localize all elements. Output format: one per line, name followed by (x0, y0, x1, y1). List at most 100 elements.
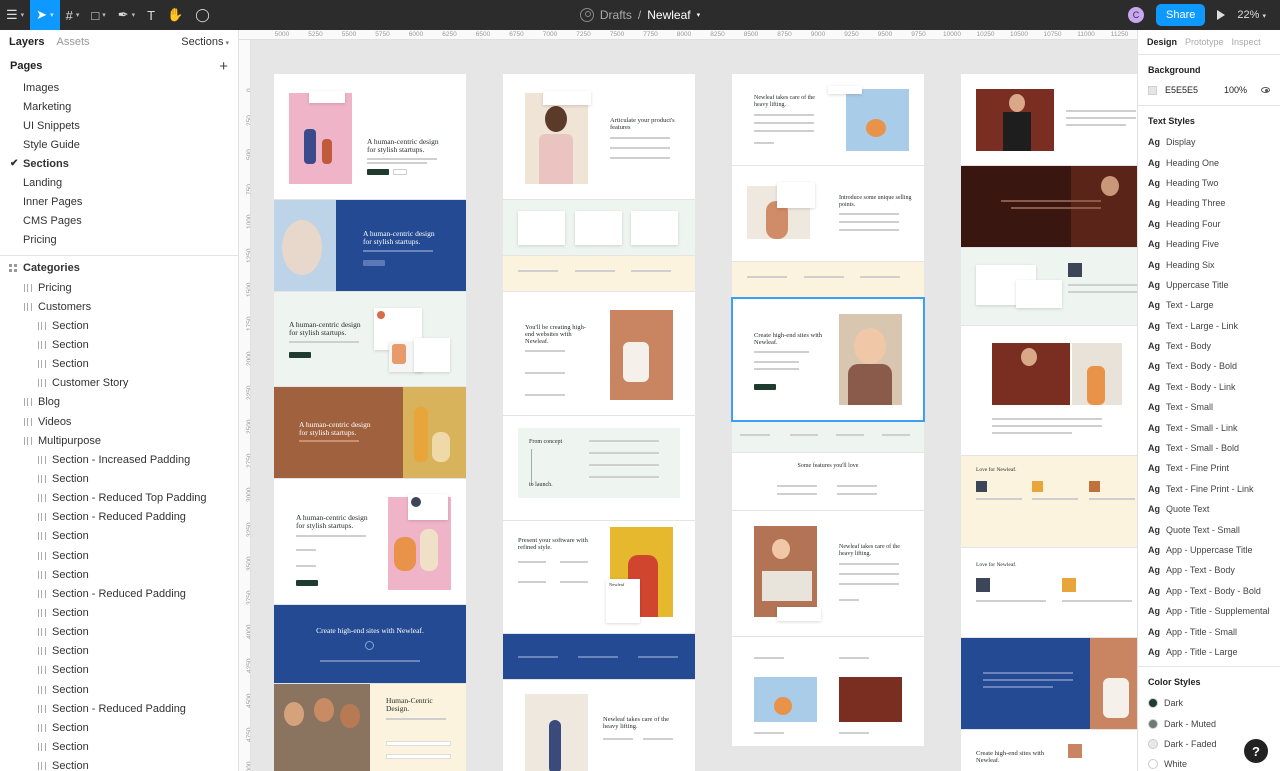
text-style-item[interactable]: Ag Heading One (1138, 152, 1280, 172)
section-frame[interactable] (961, 74, 1137, 166)
section-frame[interactable] (732, 421, 924, 453)
canvas[interactable]: A human-centric design for stylish start… (252, 41, 1137, 771)
section-frame[interactable]: A human-centric design for stylish start… (274, 479, 466, 605)
layer-row[interactable]: Customers (0, 297, 238, 316)
breadcrumb-team[interactable]: Drafts (600, 8, 632, 22)
background-opacity[interactable]: 100% (1224, 85, 1247, 95)
page-item[interactable]: ✔ Sections (0, 154, 238, 173)
pen-tool-icon[interactable]: ✒ ▾ (112, 0, 141, 30)
text-style-item[interactable]: Ag Quote Text (1138, 499, 1280, 519)
page-item[interactable]: Landing (0, 173, 238, 192)
layer-row[interactable]: Section (0, 718, 238, 737)
tab-prototype[interactable]: Prototype (1185, 37, 1224, 47)
layer-row[interactable]: Section (0, 335, 238, 354)
text-style-item[interactable]: Ag App - Uppercase Title (1138, 540, 1280, 560)
tab-layers[interactable]: Layers (9, 36, 44, 48)
text-style-item[interactable]: Ag Heading Four (1138, 214, 1280, 234)
text-style-item[interactable]: Ag App - Text - Body (1138, 560, 1280, 580)
text-style-item[interactable]: Ag Heading Six (1138, 254, 1280, 274)
section-frame[interactable]: Introduce some unique selling points. (732, 166, 924, 262)
section-frame[interactable]: From concept to launch. (503, 416, 695, 521)
section-frame[interactable] (961, 638, 1137, 730)
file-name[interactable]: Newleaf (647, 8, 690, 22)
text-style-item[interactable]: Ag Heading Two (1138, 173, 1280, 193)
tab-inspect[interactable]: Inspect (1232, 37, 1261, 47)
section-frame[interactable]: A human-centric design for stylish start… (274, 200, 466, 292)
layer-row[interactable]: Blog (0, 393, 238, 412)
section-frame[interactable]: Newleaf takes care of the heavy lifting. (503, 680, 695, 771)
layer-row[interactable]: Section (0, 680, 238, 699)
text-style-item[interactable]: Ag Text - Fine Print (1138, 458, 1280, 478)
share-button[interactable]: Share (1156, 4, 1206, 26)
background-hex[interactable]: E5E5E5 (1165, 85, 1198, 95)
section-frame[interactable]: Articulate your product's features (503, 74, 695, 200)
page-item[interactable]: Style Guide (0, 135, 238, 154)
layer-row[interactable]: Videos (0, 412, 238, 431)
move-tool-icon[interactable]: ➤ ▾ (30, 0, 60, 30)
color-style-item[interactable]: Dark - Muted (1138, 713, 1280, 733)
section-frame[interactable] (961, 326, 1137, 456)
section-frame[interactable] (503, 200, 695, 256)
help-button[interactable]: ? (1244, 739, 1268, 763)
section-frame[interactable]: Love for Newleaf. (961, 548, 1137, 638)
add-page-icon[interactable]: + (219, 58, 228, 75)
text-style-item[interactable]: Ag App - Title - Supplemental (1138, 601, 1280, 621)
layer-row[interactable]: Section (0, 527, 238, 546)
section-frame[interactable]: Create high-end sites with Newleaf. (961, 730, 1137, 771)
section-frame[interactable]: Newleaf takes care of the heavy lifting. (732, 511, 924, 637)
text-tool-icon[interactable]: T (141, 0, 161, 30)
section-frame[interactable]: A human-centric design for stylish start… (274, 387, 466, 479)
layer-row[interactable]: Customer Story (0, 374, 238, 393)
hand-tool-icon[interactable]: ✋ (161, 0, 189, 30)
background-fill-row[interactable]: E5E5E5 100% (1138, 81, 1280, 105)
section-frame[interactable]: A human-centric design for stylish start… (274, 292, 466, 387)
text-style-item[interactable]: Ag Text - Small (1138, 397, 1280, 417)
section-frame[interactable]: A human-centric design for stylish start… (274, 74, 466, 200)
page-item[interactable]: UI Snippets (0, 116, 238, 135)
layer-row[interactable]: Section (0, 623, 238, 642)
layer-row[interactable]: Categories (0, 259, 238, 278)
text-style-item[interactable]: Ag Display (1138, 132, 1280, 152)
layer-row[interactable]: Section - Reduced Padding (0, 699, 238, 718)
text-style-item[interactable]: Ag App - Title - Large (1138, 642, 1280, 662)
layer-row[interactable]: Section (0, 603, 238, 622)
page-item[interactable]: Inner Pages (0, 193, 238, 212)
layer-row[interactable]: Multipurpose (0, 431, 238, 450)
section-frame[interactable] (732, 637, 924, 747)
avatar[interactable]: C (1128, 7, 1145, 23)
text-style-item[interactable]: Ag Text - Body - Link (1138, 377, 1280, 397)
shape-tool-icon[interactable]: □ ▾ (85, 0, 111, 30)
layer-row[interactable]: Section (0, 661, 238, 680)
page-item[interactable]: Pricing (0, 231, 238, 250)
section-frame[interactable]: You'll be creating high-end websites wit… (503, 292, 695, 416)
text-style-item[interactable]: Ag Text - Body - Bold (1138, 356, 1280, 376)
text-style-item[interactable]: Ag Text - Small - Bold (1138, 438, 1280, 458)
layer-row[interactable]: Section - Reduced Top Padding (0, 489, 238, 508)
text-style-item[interactable]: Ag Heading Three (1138, 193, 1280, 213)
text-style-item[interactable]: Ag Text - Large (1138, 295, 1280, 315)
eye-icon[interactable] (1261, 87, 1270, 93)
text-style-item[interactable]: Ag Text - Large - Link (1138, 316, 1280, 336)
section-frame[interactable]: Some features you'll love (732, 453, 924, 511)
color-style-item[interactable]: Dark (1138, 693, 1280, 713)
tab-design[interactable]: Design (1147, 37, 1177, 47)
breadcrumb[interactable]: Drafts / Newleaf ▾ (579, 8, 700, 22)
text-style-item[interactable]: Ag Text - Fine Print - Link (1138, 479, 1280, 499)
layer-row[interactable]: Section (0, 757, 238, 771)
layer-row[interactable]: Section - Reduced Padding (0, 508, 238, 527)
layer-row[interactable]: Section (0, 316, 238, 335)
layer-row[interactable]: Section (0, 546, 238, 565)
section-frame[interactable] (961, 248, 1137, 326)
section-frame[interactable] (961, 166, 1137, 248)
text-style-item[interactable]: Ag Uppercase Title (1138, 275, 1280, 295)
section-frame[interactable]: Present your software with refined style… (503, 521, 695, 634)
text-style-item[interactable]: Ag Text - Small - Link (1138, 417, 1280, 437)
layer-row[interactable]: Section (0, 737, 238, 756)
section-frame[interactable] (732, 262, 924, 298)
frame-tool-icon[interactable]: # ▾ (60, 0, 86, 30)
section-frame[interactable] (503, 634, 695, 680)
page-item[interactable]: Images (0, 78, 238, 97)
section-frame-selected[interactable]: Create high-end sites with Newleaf. (731, 297, 925, 422)
text-style-item[interactable]: Ag Heading Five (1138, 234, 1280, 254)
text-style-item[interactable]: Ag App - Title - Small (1138, 621, 1280, 641)
